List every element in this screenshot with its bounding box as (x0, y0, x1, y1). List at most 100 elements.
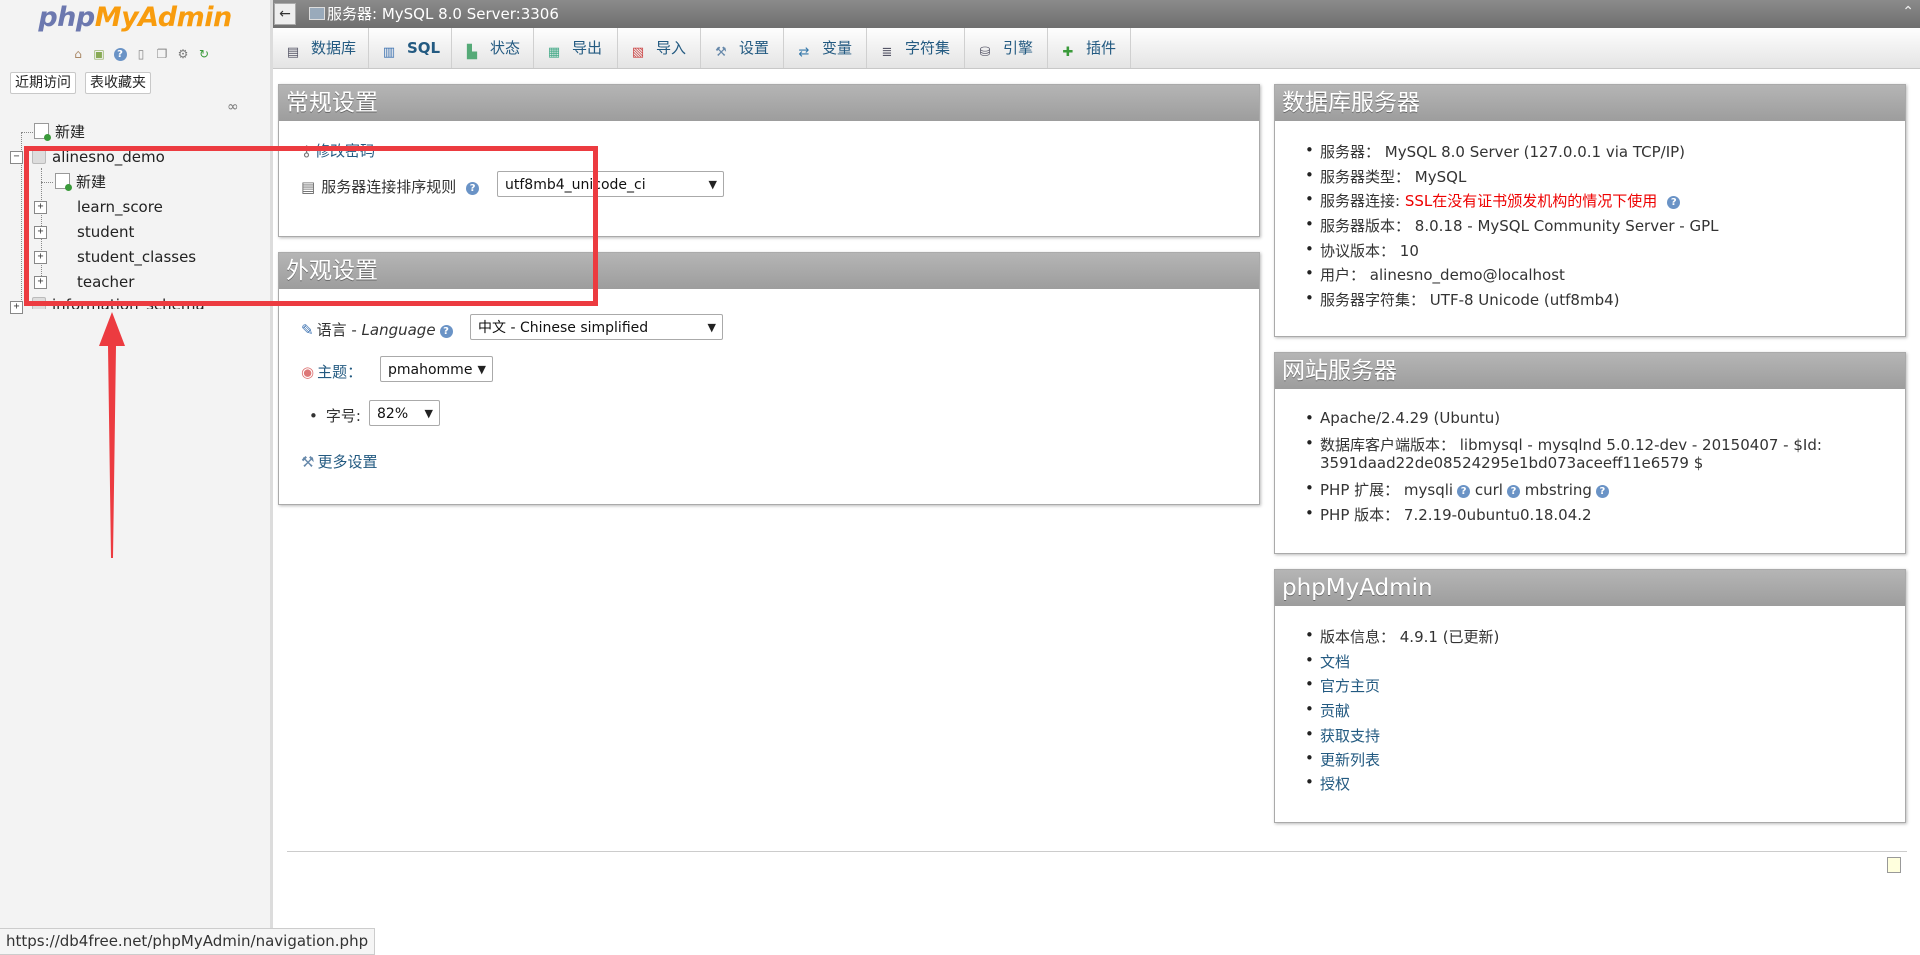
phpmyadmin-logo[interactable]: phpMyAdmin (0, 2, 270, 33)
tab-label: SQL (407, 39, 441, 57)
font-size-select[interactable]: 82% ▼ (369, 400, 440, 426)
panel-title: phpMyAdmin (1275, 570, 1905, 606)
info-value: alinesno_demo@localhost (1369, 266, 1565, 284)
server-breadcrumb-bar: ← 服务器: MySQL 8.0 Server:3306 ⌃ (273, 0, 1920, 28)
docs-icon[interactable]: ▯ (133, 46, 149, 62)
php-extensions: PHP 扩展： mysqli? curl? mbstring? (1305, 479, 1609, 500)
server-info-row: 用户： alinesno_demo@localhost (1305, 264, 1565, 285)
tab-label: 设置 (739, 39, 770, 57)
tab-label: 变量 (822, 39, 853, 57)
panel-title: 常规设置 (279, 85, 1259, 121)
server-info-row: 服务器版本： 8.0.18 - MySQL Community Server -… (1305, 215, 1719, 236)
variables-icon: ⇄ (798, 45, 810, 60)
db-client-version-cont: 3591daad22de08524295e1bd073aceeff11e6579… (1320, 454, 1704, 472)
tab-status[interactable]: ▙ 状态 (452, 28, 534, 68)
tab-label: 导出 (572, 39, 603, 57)
database-server-panel: 数据库服务器 服务器： MySQL 8.0 Server (127.0.0.1 … (1274, 84, 1906, 337)
select-value: pmahomme (388, 362, 473, 378)
server-info-row: 服务器连接: SSL在没有证书颁发机构的情况下使用? (1305, 190, 1681, 211)
browser-status-url: https://db4free.net/phpMyAdmin/navigatio… (0, 928, 376, 955)
info-value: UTF-8 Unicode (utf8mb4) (1429, 291, 1620, 309)
label-text[interactable]: 主题： (317, 363, 362, 381)
chevron-down-icon: ▼ (477, 363, 486, 376)
copy-icon[interactable]: ❐ (154, 46, 170, 62)
console-icon[interactable] (1887, 857, 1901, 873)
help-icon[interactable]: ? (1595, 485, 1609, 498)
select-value: 82% (377, 406, 409, 422)
homepage-link[interactable]: 官方主页 (1305, 675, 1380, 696)
tab-label: 引擎 (1003, 39, 1034, 57)
help-icon[interactable]: ? (439, 325, 453, 338)
tree-line (21, 132, 33, 133)
panel-title: 数据库服务器 (1275, 85, 1905, 121)
more-settings-link[interactable]: ⚒ 更多设置 (301, 451, 377, 472)
support-link[interactable]: 获取支持 (1305, 725, 1380, 746)
changelog-link[interactable]: 更新列表 (1305, 749, 1380, 770)
tab-sql[interactable]: ▥ SQL (369, 28, 452, 68)
chevron-down-icon: ▼ (424, 407, 433, 420)
expand-icon[interactable]: + (10, 301, 23, 314)
favorites-tab[interactable]: 表收藏夹 (85, 72, 151, 94)
language-select[interactable]: 中文 - Chinese simplified ▼ (470, 314, 723, 340)
label-text: 字号: (325, 407, 361, 425)
info-label: 服务器： (1320, 143, 1381, 161)
font-size-label: • 字号: (309, 405, 361, 426)
reload-icon[interactable]: ↻ (196, 46, 212, 62)
link-icon[interactable]: ∞ (227, 99, 239, 115)
exit-icon[interactable]: ▣ (91, 46, 107, 62)
import-icon: ▧ (631, 45, 645, 60)
info-label: 协议版本： (1320, 242, 1396, 260)
back-arrow-icon[interactable]: ← (274, 3, 296, 25)
info-value: 10 (1399, 242, 1419, 260)
apache-version: Apache/2.4.29 (Ubuntu) (1305, 409, 1500, 427)
settings-icon[interactable]: ⚙ (175, 46, 191, 62)
tab-label: 插件 (1086, 39, 1117, 57)
info-value: 8.0.18 - MySQL Community Server - GPL (1414, 217, 1719, 235)
tab-plugins[interactable]: ✚ 插件 (1048, 28, 1131, 68)
home-icon[interactable]: ⌂ (70, 46, 86, 62)
tab-engines[interactable]: ⛁ 引擎 (965, 28, 1048, 68)
plugin-icon: ✚ (1062, 45, 1074, 60)
collapse-icon[interactable]: − (10, 151, 23, 164)
tab-label: 字符集 (905, 39, 951, 57)
tab-databases[interactable]: ▤ 数据库 (273, 28, 369, 68)
tree-new-database[interactable]: 新建 (34, 120, 85, 144)
top-menu: ▤ 数据库 ▥ SQL ▙ 状态 ▦ 导出 ▧ 导入 ⚒ 设置 ⇄ 变量 ≣ 字符集 ⛁ 引擎 ✚… (273, 28, 1920, 69)
tab-import[interactable]: ▧ 导入 (618, 28, 701, 68)
tab-charsets[interactable]: ≣ 字符集 (867, 28, 965, 68)
tab-export[interactable]: ▦ 导出 (534, 28, 618, 68)
status-icon: ▙ (467, 45, 477, 60)
contribute-link[interactable]: 贡献 (1305, 700, 1350, 721)
info-label: 服务器类型： (1320, 168, 1411, 186)
server-icon (309, 7, 325, 20)
engine-icon: ⛁ (979, 45, 991, 60)
nav-resizer[interactable] (270, 0, 273, 953)
info-label: 服务器连接: (1320, 192, 1405, 210)
license-link[interactable]: 授权 (1305, 773, 1350, 794)
panel-title: 网站服务器 (1275, 353, 1905, 389)
recent-tab[interactable]: 近期访问 (10, 72, 76, 94)
select-value: 中文 - Chinese simplified (478, 320, 649, 336)
wrench-icon: ⚒ (715, 45, 727, 60)
tab-variables[interactable]: ⇄ 变量 (784, 28, 867, 68)
footer-divider (287, 851, 1907, 852)
tab-settings[interactable]: ⚒ 设置 (701, 28, 784, 68)
help-icon[interactable]: ? (1667, 196, 1681, 209)
server-info-row: 服务器： MySQL 8.0 Server (127.0.0.1 via TCP… (1305, 141, 1685, 162)
php-version: PHP 版本： 7.2.19-0ubuntu0.18.04.2 (1305, 504, 1592, 525)
theme-select[interactable]: pmahomme ▼ (380, 356, 493, 382)
tab-label: 状态 (490, 39, 521, 57)
tab-label: 导入 (656, 39, 687, 57)
docs-link[interactable]: 文档 (1305, 651, 1350, 672)
help-icon[interactable]: ? (112, 46, 128, 62)
db-client-version: 数据库客户端版本： libmysql - mysqlnd 5.0.12-dev … (1305, 434, 1822, 455)
server-info-row: 协议版本： 10 (1305, 240, 1419, 261)
info-label: 服务器版本： (1320, 217, 1411, 235)
ext-curl: curl (1474, 481, 1503, 499)
label-text-en: Language (361, 321, 436, 339)
help-icon[interactable]: ? (1457, 485, 1471, 498)
help-icon[interactable]: ? (1506, 485, 1520, 498)
server-info-row: 服务器字符集： UTF-8 Unicode (utf8mb4) (1305, 289, 1620, 310)
collapse-icon[interactable]: ⌃ (1902, 4, 1914, 20)
server-breadcrumb[interactable]: 服务器: MySQL 8.0 Server:3306 (309, 0, 559, 28)
